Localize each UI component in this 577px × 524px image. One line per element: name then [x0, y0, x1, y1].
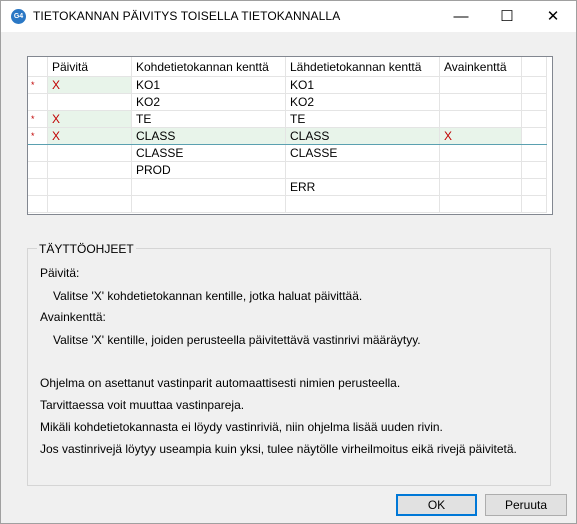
- cell-avain[interactable]: [439, 161, 522, 179]
- cell-avain[interactable]: [439, 144, 522, 162]
- row-marker: *: [28, 127, 48, 145]
- cell-empty[interactable]: [439, 195, 522, 213]
- grid-filler: [521, 57, 547, 77]
- instruction-line: Tarvittaessa voit muuttaa vastinpareja.: [40, 398, 245, 412]
- grid-filler: [521, 178, 547, 196]
- maximize-button[interactable]: ☐: [484, 1, 530, 32]
- cell-empty[interactable]: [47, 195, 132, 213]
- row-marker: [28, 161, 48, 179]
- cell-lahde[interactable]: ERR: [285, 178, 440, 196]
- instruction-paivita-label: Päivitä:: [40, 266, 80, 280]
- instruction-line: Mikäli kohdetietokannasta ei löydy vasti…: [40, 420, 443, 434]
- table-row-current[interactable]: * X CLASS CLASS X: [28, 127, 547, 145]
- app-logo-icon: G4: [11, 9, 26, 24]
- cell-lahde[interactable]: [285, 161, 440, 179]
- cell-avain[interactable]: [439, 76, 522, 94]
- row-marker: *: [28, 110, 48, 128]
- cancel-button[interactable]: Peruuta: [485, 494, 567, 516]
- grid-filler: [521, 76, 547, 94]
- table-row[interactable]: CLASSE CLASSE: [28, 144, 547, 162]
- table-row[interactable]: ERR: [28, 178, 547, 196]
- cell-kohde[interactable]: KO2: [131, 93, 286, 111]
- instruction-avain-text: Valitse 'X' kentille, joiden perusteella…: [53, 333, 421, 347]
- row-marker: *: [28, 76, 48, 94]
- instruction-avain-label: Avainkenttä:: [40, 310, 106, 324]
- row-header-corner: [28, 57, 48, 77]
- cell-paivita[interactable]: [47, 161, 132, 179]
- grid-filler: [521, 144, 547, 162]
- cell-empty[interactable]: [131, 195, 286, 213]
- cell-empty[interactable]: [285, 195, 440, 213]
- instruction-paivita-text: Valitse 'X' kohdetietokannan kentille, j…: [53, 289, 363, 303]
- cell-avain[interactable]: X: [439, 127, 522, 145]
- column-header-paivita[interactable]: Päivitä: [47, 57, 132, 77]
- close-button[interactable]: ✕: [530, 1, 576, 32]
- cell-paivita[interactable]: X: [47, 127, 132, 145]
- grid-header-row: Päivitä Kohdetietokannan kenttä Lähdetie…: [28, 57, 547, 77]
- table-row-empty[interactable]: [28, 195, 547, 213]
- cell-paivita[interactable]: [47, 144, 132, 162]
- title-bar: G4 TIETOKANNAN PÄIVITYS TOISELLA TIETOKA…: [1, 1, 576, 32]
- cell-kohde[interactable]: CLASS: [131, 127, 286, 145]
- field-mapping-grid[interactable]: Päivitä Kohdetietokannan kenttä Lähdetie…: [27, 56, 553, 215]
- column-header-lahde[interactable]: Lähdetietokannan kenttä: [285, 57, 440, 77]
- column-header-avain[interactable]: Avainkenttä: [439, 57, 522, 77]
- cell-kohde[interactable]: PROD: [131, 161, 286, 179]
- dialog-window: G4 TIETOKANNAN PÄIVITYS TOISELLA TIETOKA…: [0, 0, 577, 524]
- grid-filler: [521, 127, 547, 145]
- cell-lahde[interactable]: KO2: [285, 93, 440, 111]
- cell-lahde[interactable]: CLASSE: [285, 144, 440, 162]
- ok-button[interactable]: OK: [396, 494, 477, 516]
- grid-filler: [521, 161, 547, 179]
- grid-filler: [521, 195, 547, 213]
- cell-kohde[interactable]: TE: [131, 110, 286, 128]
- cell-avain[interactable]: [439, 178, 522, 196]
- cell-paivita[interactable]: X: [47, 76, 132, 94]
- cell-paivita[interactable]: X: [47, 110, 132, 128]
- cell-lahde[interactable]: KO1: [285, 76, 440, 94]
- minimize-button[interactable]: —: [438, 1, 484, 32]
- instruction-line: Ohjelma on asettanut vastinparit automaa…: [40, 376, 401, 390]
- cell-lahde[interactable]: CLASS: [285, 127, 440, 145]
- table-row[interactable]: * X KO1 KO1: [28, 76, 547, 94]
- window-title: TIETOKANNAN PÄIVITYS TOISELLA TIETOKANNA…: [33, 9, 341, 23]
- cell-kohde[interactable]: KO1: [131, 76, 286, 94]
- instructions-title: TÄYTTÖOHJEET: [37, 242, 136, 256]
- cell-lahde[interactable]: TE: [285, 110, 440, 128]
- cell-avain[interactable]: [439, 93, 522, 111]
- cell-paivita[interactable]: [47, 178, 132, 196]
- instruction-line: Jos vastinrivejä löytyy useampia kuin yk…: [40, 442, 517, 456]
- cell-kohde[interactable]: [131, 178, 286, 196]
- grid-filler: [521, 110, 547, 128]
- table-row[interactable]: * X TE TE: [28, 110, 547, 128]
- grid-filler: [521, 93, 547, 111]
- cell-paivita[interactable]: [47, 93, 132, 111]
- table-row[interactable]: KO2 KO2: [28, 93, 547, 111]
- row-marker: [28, 195, 48, 213]
- row-marker: [28, 144, 48, 162]
- cell-avain[interactable]: [439, 110, 522, 128]
- column-header-kohde[interactable]: Kohdetietokannan kenttä: [131, 57, 286, 77]
- row-marker: [28, 178, 48, 196]
- row-marker: [28, 93, 48, 111]
- table-row[interactable]: PROD: [28, 161, 547, 179]
- cell-kohde[interactable]: CLASSE: [131, 144, 286, 162]
